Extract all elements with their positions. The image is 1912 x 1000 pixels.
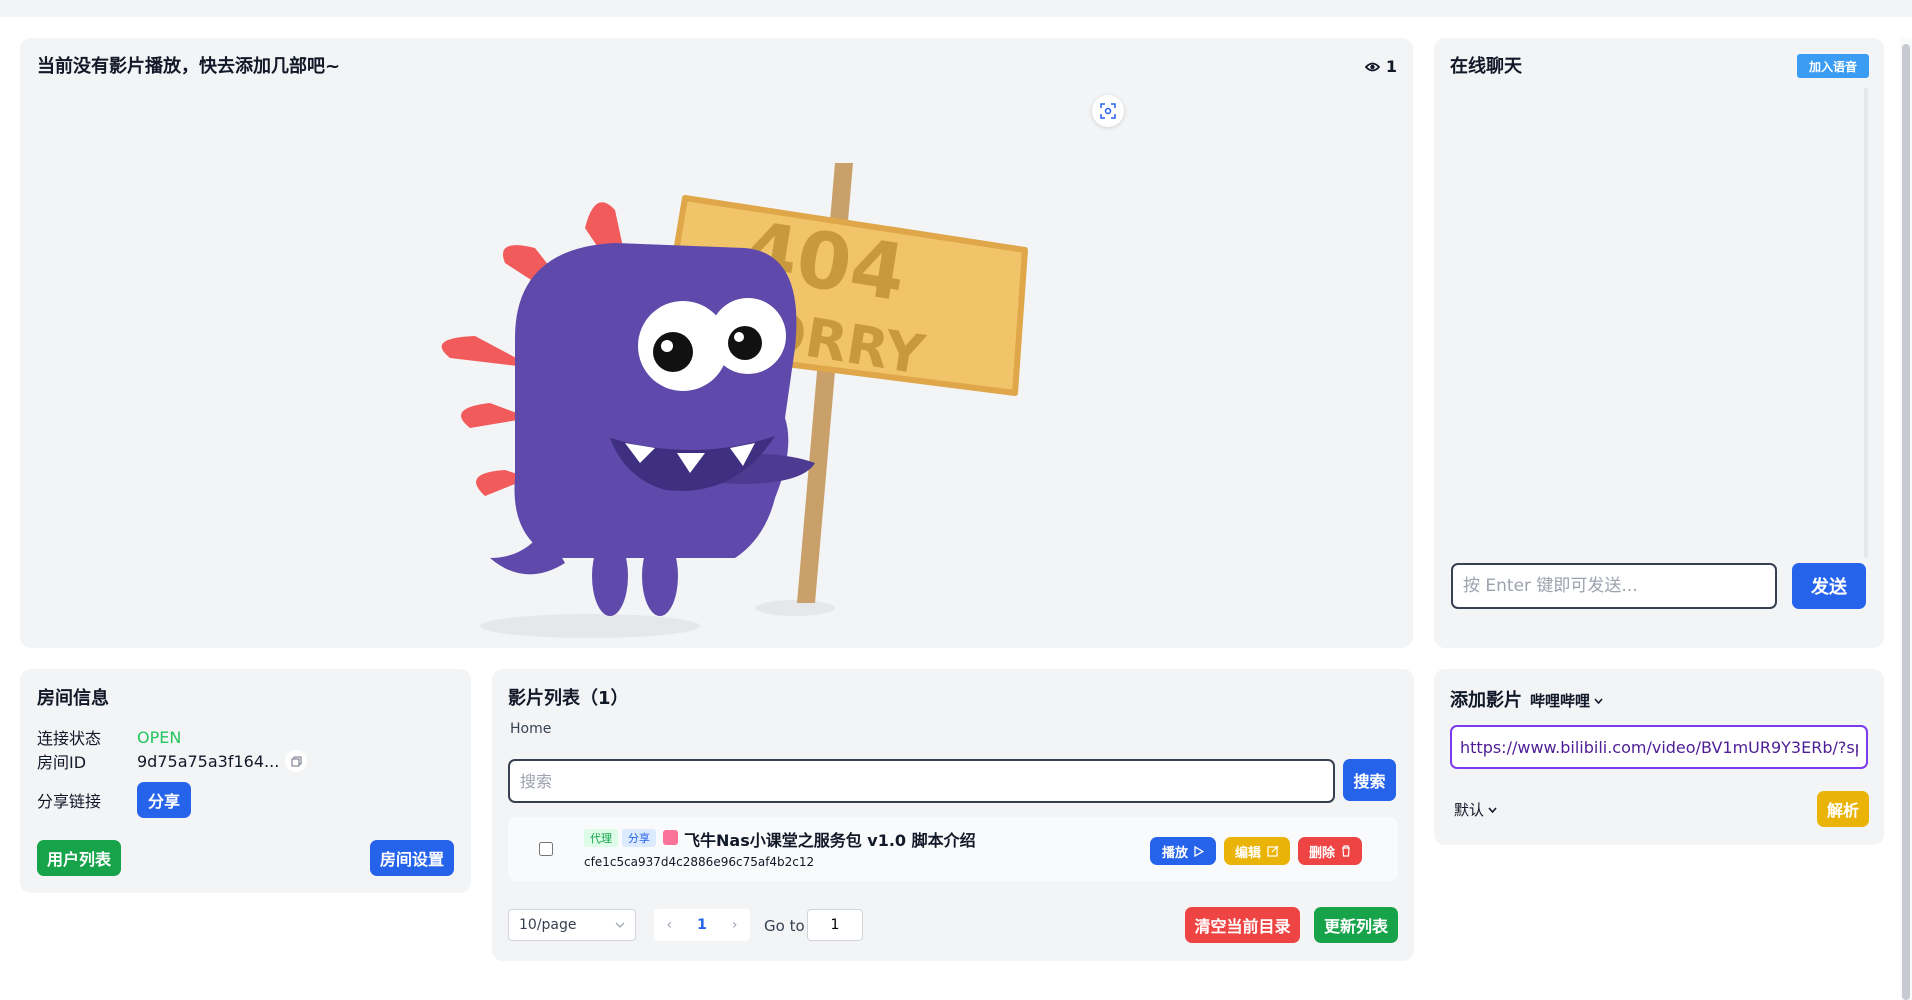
user-list-button[interactable]: 用户列表 bbox=[37, 840, 121, 876]
send-button[interactable]: 发送 bbox=[1792, 563, 1866, 609]
quality-value: 默认 bbox=[1454, 801, 1485, 819]
room-id-value: 9d75a75a3f164... bbox=[137, 751, 280, 771]
connection-status-row: 连接状态 OPEN bbox=[37, 725, 181, 749]
room-id-label: 房间ID bbox=[37, 753, 87, 772]
refresh-list-button[interactable]: 更新列表 bbox=[1314, 907, 1398, 943]
page-size-select[interactable]: 10/page bbox=[508, 909, 636, 941]
focus-icon bbox=[1100, 103, 1116, 119]
next-page-icon[interactable]: › bbox=[732, 917, 738, 933]
breadcrumb[interactable]: Home bbox=[510, 721, 551, 737]
edit-label: 编辑 bbox=[1234, 845, 1261, 861]
player-status-title: 当前没有影片播放，快去添加几部吧~ bbox=[37, 56, 341, 77]
screenshot-button[interactable] bbox=[1092, 95, 1124, 127]
viewer-count: 1 bbox=[1364, 57, 1397, 76]
trash-icon bbox=[1342, 845, 1350, 857]
current-page[interactable]: 1 bbox=[697, 917, 707, 933]
chevron-down-icon bbox=[615, 922, 625, 928]
play-icon bbox=[1194, 845, 1204, 857]
player-panel: 当前没有影片播放，快去添加几部吧~ 1 404 SORRY bbox=[20, 38, 1413, 648]
movie-title: 飞牛Nas小课堂之服务包 v1.0 脚本介绍 bbox=[684, 831, 976, 850]
share-tag: 分享 bbox=[622, 829, 656, 847]
connection-status-label: 连接状态 bbox=[37, 729, 102, 748]
delete-button[interactable]: 删除 bbox=[1298, 837, 1362, 865]
page-size-value: 10/page bbox=[519, 917, 577, 933]
add-movie-panel: 添加影片 哔哩哔哩 默认 解析 bbox=[1434, 669, 1884, 845]
movie-list-panel: 影片列表（1） Home 搜索 代理 分享 飞牛Nas小课堂之服务包 v1.0 … bbox=[492, 669, 1414, 961]
page-scrollbar-thumb[interactable] bbox=[1902, 44, 1910, 1000]
viewer-count-value: 1 bbox=[1385, 57, 1397, 76]
movie-search-input[interactable] bbox=[508, 759, 1335, 803]
not-found-illustration: 404 SORRY bbox=[441, 163, 1028, 638]
parse-button[interactable]: 解析 bbox=[1817, 791, 1869, 827]
add-movie-title: 添加影片 bbox=[1450, 690, 1522, 711]
prev-page-icon[interactable]: ‹ bbox=[667, 917, 673, 933]
edit-icon bbox=[1267, 845, 1279, 857]
chevron-down-icon bbox=[1594, 697, 1603, 704]
quality-select[interactable]: 默认 bbox=[1454, 799, 1497, 820]
proxy-tag: 代理 bbox=[584, 829, 618, 847]
room-info-title: 房间信息 bbox=[37, 688, 109, 709]
eye-icon bbox=[1364, 62, 1380, 71]
join-voice-button[interactable]: 加入语音 bbox=[1796, 54, 1869, 78]
delete-label: 删除 bbox=[1308, 845, 1335, 861]
chat-message-input[interactable] bbox=[1451, 563, 1777, 609]
edit-button[interactable]: 编辑 bbox=[1224, 837, 1290, 865]
room-settings-button[interactable]: 房间设置 bbox=[370, 840, 454, 876]
share-link-row: 分享链接 分享 bbox=[37, 782, 191, 818]
share-button[interactable]: 分享 bbox=[137, 782, 191, 818]
movie-list-title: 影片列表（1） bbox=[508, 688, 629, 709]
source-select[interactable]: 哔哩哔哩 bbox=[1530, 690, 1603, 711]
clear-directory-button[interactable]: 清空当前目录 bbox=[1185, 907, 1300, 943]
copy-icon[interactable] bbox=[285, 750, 308, 772]
movie-id: cfe1c5ca937d4c2886e96c75af4b2c12 bbox=[584, 855, 815, 869]
play-button[interactable]: 播放 bbox=[1150, 837, 1216, 865]
room-id-row: 房间ID 9d75a75a3f164... bbox=[37, 749, 308, 773]
play-label: 播放 bbox=[1161, 845, 1188, 861]
goto-page-input[interactable] bbox=[807, 909, 863, 941]
top-bar bbox=[0, 0, 1912, 17]
video-url-input[interactable] bbox=[1450, 725, 1868, 769]
chat-panel: 在线聊天 加入语音 发送 bbox=[1434, 38, 1884, 648]
chevron-down-icon bbox=[1488, 806, 1497, 813]
movie-select-checkbox[interactable] bbox=[539, 842, 553, 856]
pagination: ‹ 1 › bbox=[654, 909, 750, 941]
goto-label: Go to bbox=[764, 917, 805, 935]
search-button[interactable]: 搜索 bbox=[1343, 759, 1396, 801]
share-link-label: 分享链接 bbox=[37, 792, 102, 811]
chat-scrollbar[interactable] bbox=[1864, 88, 1868, 558]
bilibili-icon bbox=[663, 830, 678, 845]
source-value: 哔哩哔哩 bbox=[1530, 692, 1591, 710]
connection-status-value: OPEN bbox=[137, 727, 182, 747]
movie-list-item: 代理 分享 飞牛Nas小课堂之服务包 v1.0 脚本介绍 cfe1c5ca937… bbox=[508, 817, 1398, 881]
room-info-panel: 房间信息 连接状态 OPEN 房间ID 9d75a75a3f164... 分享链… bbox=[20, 669, 471, 893]
chat-title: 在线聊天 bbox=[1450, 56, 1522, 77]
